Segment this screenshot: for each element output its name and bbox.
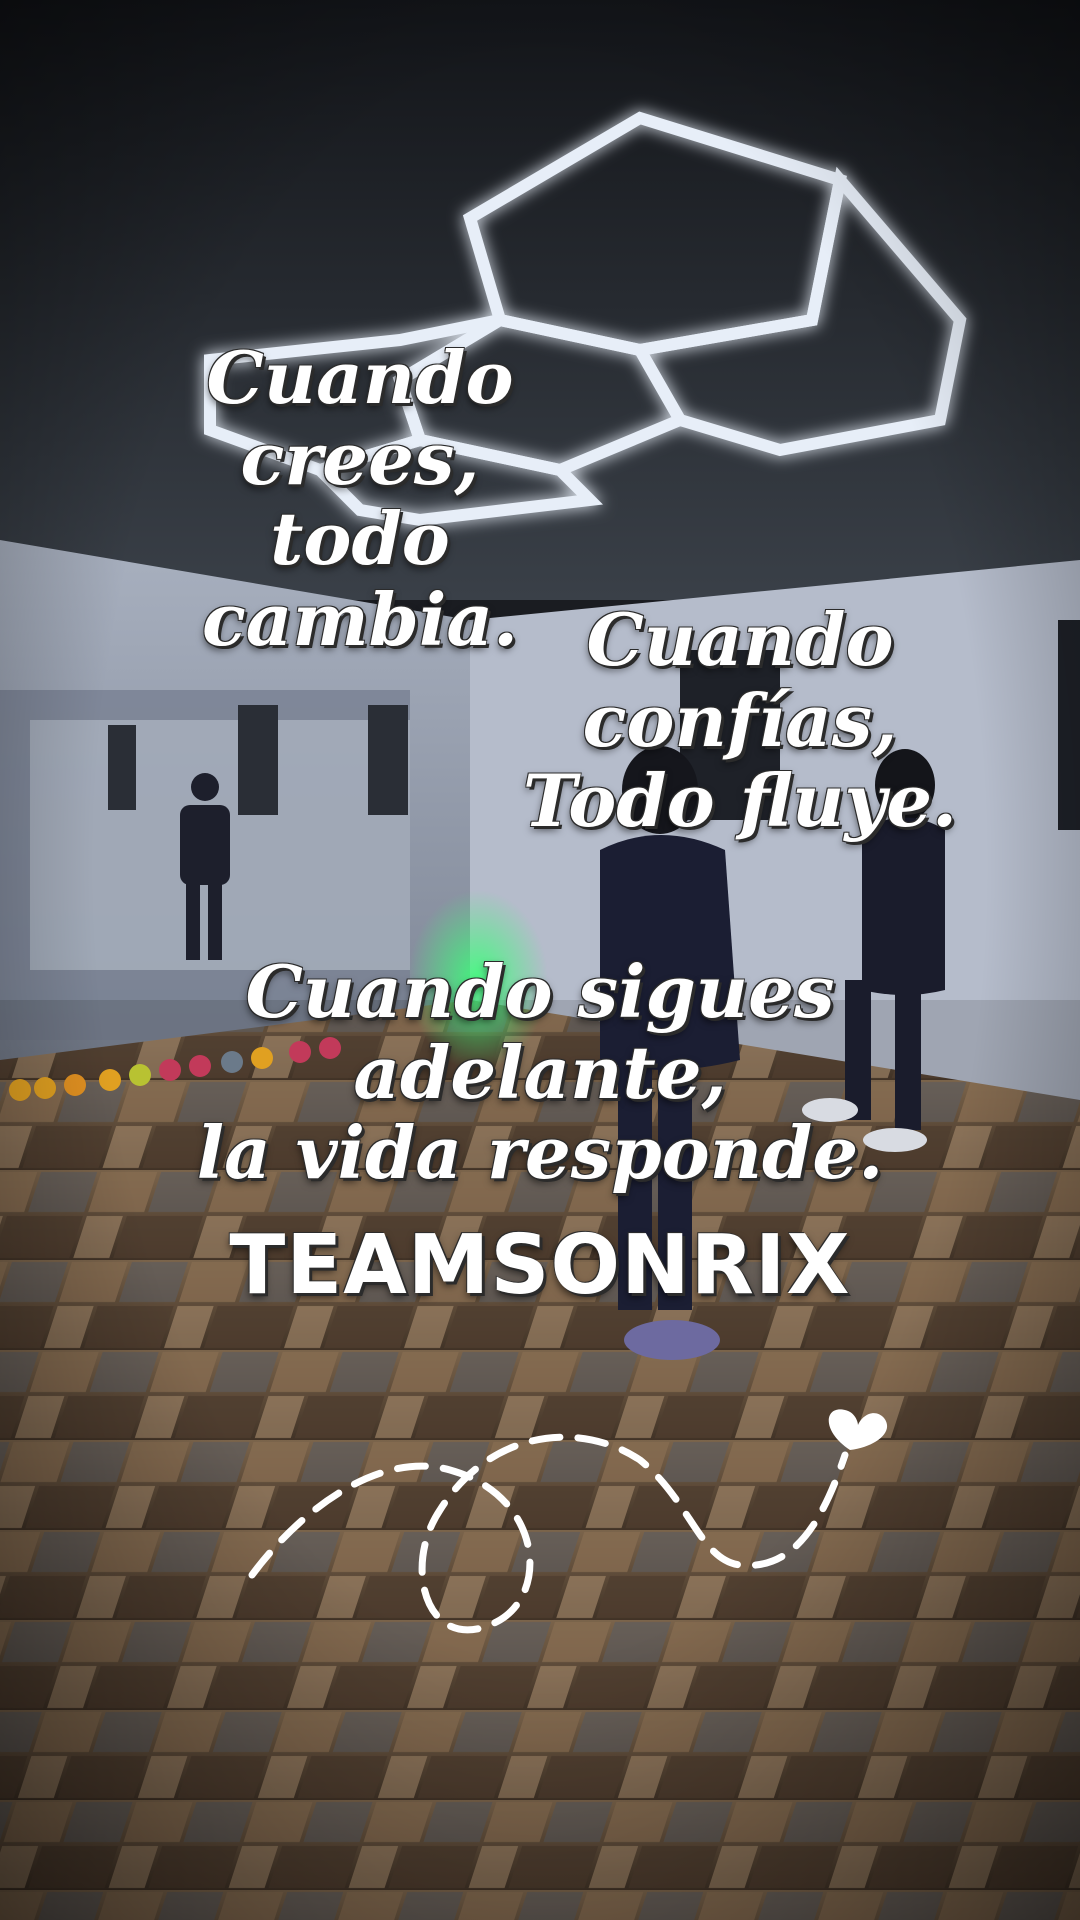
phrase-3-line-2: la vida responde.	[196, 1110, 884, 1196]
photo-scene: Cuando crees, todo cambia. Cuando confía…	[0, 0, 1080, 1920]
phrase-3-text: Cuando sigues adelante, la vida responde…	[140, 949, 940, 1196]
phrase-2-line-2: Todo fluye.	[522, 758, 958, 844]
brand-text: TEAMSONRIX	[229, 1218, 851, 1313]
phrase-3-line-1: Cuando sigues adelante,	[245, 949, 835, 1115]
phrase-2-text: Cuando confías, Todo fluye.	[440, 597, 1040, 844]
phrase-2-line-1: Cuando confías,	[582, 597, 898, 763]
phrase-1-line-1: Cuando crees,	[206, 335, 514, 501]
